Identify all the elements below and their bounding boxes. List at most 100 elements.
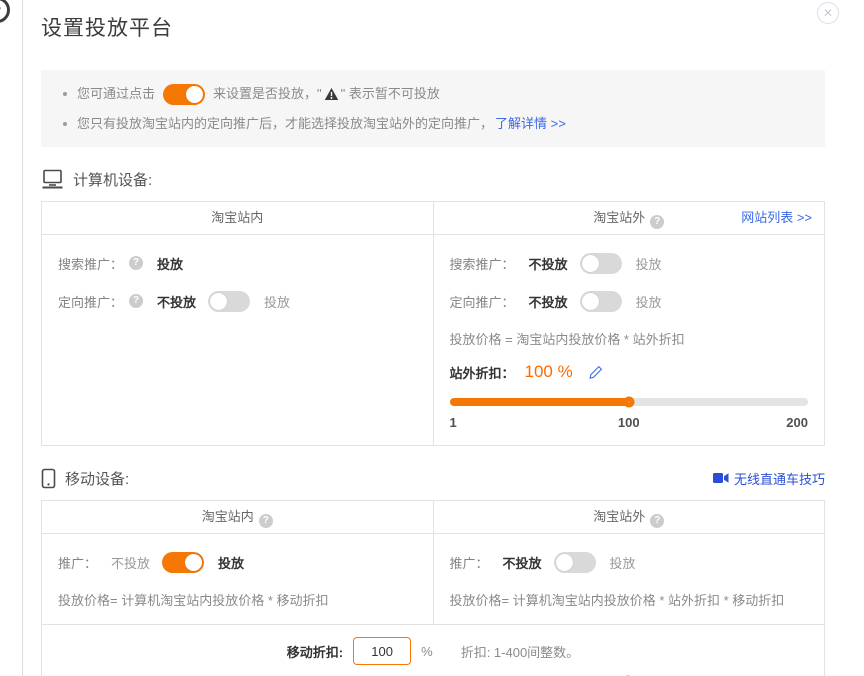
help-icon[interactable]: ? xyxy=(259,514,273,528)
onsite-target-toggle[interactable] xyxy=(208,291,250,312)
mobile-section-header: 移动设备: 无线直通车技巧 xyxy=(41,464,825,492)
offsite-price-formula: 投放价格 = 淘宝站内投放价格 * 站外折扣 xyxy=(450,331,809,349)
notice-line-2: 您只有投放淘宝站内的定向推广后，才能选择投放淘宝站外的定向推广， 了解详情 >> xyxy=(61,113,805,135)
notice-text: 来设置是否投放，" xyxy=(213,83,322,105)
notice-line-1: 您可通过点击 来设置是否投放，" " 表示暂不可投放 xyxy=(61,83,805,105)
delivery-platform-dialog: ? ✕ 设置投放平台 您可通过点击 来设置是否投放，" " 表示暂不可投放 xyxy=(0,0,864,676)
bullet-icon xyxy=(63,122,67,126)
learn-more-link[interactable]: 了解详情 >> xyxy=(495,113,566,135)
status-off-label: 不投放 xyxy=(503,553,542,572)
warning-triangle-icon xyxy=(324,87,339,101)
toggle-knob xyxy=(556,554,573,571)
mobile-offsite-toggle[interactable] xyxy=(554,552,596,573)
computer-section-label: 计算机设备: xyxy=(41,169,152,190)
edit-pencil-icon[interactable] xyxy=(589,365,603,379)
scale-min: 1 xyxy=(450,415,457,430)
status-off-label: 不投放 xyxy=(529,254,568,273)
row-label: 推广： xyxy=(450,553,489,572)
offsite-search-toggle[interactable] xyxy=(580,253,622,274)
modal-panel: 设置投放平台 您可通过点击 来设置是否投放，" " 表示暂不可投放 xyxy=(22,0,864,676)
smartphone-icon xyxy=(41,468,56,489)
offsite-search-row: 搜索推广： 不投放 投放 xyxy=(450,251,809,275)
offsite-target-row: 定向推广： 不投放 投放 xyxy=(450,289,809,313)
computer-onsite-cell: 搜索推广： ? 投放 定向推广： ? 不投放 投放 xyxy=(42,235,434,445)
mobile-discount-label: 移动折扣: xyxy=(287,642,343,661)
computer-onsite-header: 淘宝站内 xyxy=(42,202,434,234)
status-off-label: 不投放 xyxy=(157,292,196,311)
mobile-discount-input[interactable] xyxy=(353,637,411,665)
mobile-section-label: 移动设备: xyxy=(41,468,129,489)
mobile-section-text: 移动设备: xyxy=(65,468,129,489)
offsite-target-toggle[interactable] xyxy=(580,291,622,312)
status-on-label: 投放 xyxy=(636,254,662,273)
mobile-discount-section: 移动折扣: % 折扣: 1-400间整数。 1 200 40 xyxy=(42,624,824,676)
toggle-knob xyxy=(210,293,227,310)
toggle-knob xyxy=(582,293,599,310)
discount-hint: 折扣: 1-400间整数。 xyxy=(461,642,579,661)
mobile-offsite-promo-row: 推广： 不投放 投放 xyxy=(450,550,809,574)
computer-section-text: 计算机设备: xyxy=(73,169,152,190)
computer-table-body: 搜索推广： ? 投放 定向推广： ? 不投放 投放 xyxy=(42,235,824,445)
page-title: 设置投放平台 xyxy=(41,12,825,42)
status-off-label: 不投放 xyxy=(111,553,150,572)
status-value: 投放 xyxy=(157,254,183,273)
mobile-discount-row: 移动折扣: % 折扣: 1-400间整数。 xyxy=(42,637,824,665)
percent-unit: % xyxy=(421,644,433,659)
wireless-tips-link[interactable]: 无线直通车技巧 xyxy=(713,469,825,488)
discount-label: 站外折扣： xyxy=(450,363,515,382)
notice-text: 您只有投放淘宝站内的定向推广后，才能选择投放淘宝站外的定向推广， xyxy=(77,113,493,135)
discount-value: 100 % xyxy=(525,362,573,382)
bullet-icon xyxy=(63,92,67,96)
onsite-search-row: 搜索推广： ? 投放 xyxy=(58,251,417,275)
status-on-label: 投放 xyxy=(636,292,662,311)
row-label: 定向推广： xyxy=(450,292,515,311)
monitor-icon xyxy=(41,169,64,189)
slider-handle[interactable] xyxy=(623,397,634,408)
scale-mid: 100 xyxy=(618,415,640,430)
mobile-onsite-promo-row: 推广： 不投放 投放 xyxy=(58,550,417,574)
row-label: 推广： xyxy=(58,553,97,572)
mobile-table-head: 淘宝站内? 淘宝站外? xyxy=(42,501,824,534)
toggle-knob xyxy=(186,86,203,103)
mobile-offsite-formula: 投放价格= 计算机淘宝站内投放价格 * 站外折扣 * 移动折扣 xyxy=(450,592,809,610)
mobile-onsite-header: 淘宝站内? xyxy=(42,501,434,533)
computer-table: 淘宝站内 淘宝站外? 网站列表 >> 搜索推广： ? 投放 xyxy=(41,201,825,446)
computer-section-header: 计算机设备: xyxy=(41,165,825,193)
help-badge-icon: ? xyxy=(0,0,10,23)
toggle-knob xyxy=(185,554,202,571)
notice-text: " 表示暂不可投放 xyxy=(341,83,440,105)
notice-box: 您可通过点击 来设置是否投放，" " 表示暂不可投放 您只有投放淘宝站内的定向推… xyxy=(41,70,825,147)
offsite-discount-row: 站外折扣： 100 % xyxy=(450,362,809,382)
help-icon[interactable]: ? xyxy=(650,215,664,229)
mobile-onsite-toggle[interactable] xyxy=(162,552,204,573)
help-icon[interactable]: ? xyxy=(650,514,664,528)
mobile-offsite-header: 淘宝站外? xyxy=(434,501,825,533)
mobile-table-body: 推广： 不投放 投放 投放价格= 计算机淘宝站内投放价格 * 移动折扣 推广： … xyxy=(42,534,824,624)
onsite-target-row: 定向推广： ? 不投放 投放 xyxy=(58,289,417,313)
video-camera-icon xyxy=(713,472,729,484)
row-label: 定向推广： xyxy=(58,292,123,311)
sample-toggle[interactable] xyxy=(163,84,205,105)
help-icon[interactable]: ? xyxy=(129,256,143,270)
notice-text: 您可通过点击 xyxy=(77,83,155,105)
toggle-knob xyxy=(582,255,599,272)
status-off-label: 不投放 xyxy=(529,292,568,311)
help-icon[interactable]: ? xyxy=(129,294,143,308)
status-on-label: 投放 xyxy=(218,553,244,572)
website-list-link[interactable]: 网站列表 >> xyxy=(741,202,812,234)
scale-max: 200 xyxy=(786,415,808,430)
row-label: 搜索推广： xyxy=(450,254,515,273)
computer-table-head: 淘宝站内 淘宝站外? 网站列表 >> xyxy=(42,202,824,235)
mobile-onsite-cell: 推广： 不投放 投放 投放价格= 计算机淘宝站内投放价格 * 移动折扣 xyxy=(42,534,434,624)
slider-fill xyxy=(450,398,629,406)
offsite-discount-slider[interactable] xyxy=(450,398,809,406)
status-on-label: 投放 xyxy=(264,292,290,311)
status-on-label: 投放 xyxy=(610,553,636,572)
mobile-onsite-formula: 投放价格= 计算机淘宝站内投放价格 * 移动折扣 xyxy=(58,592,417,610)
computer-offsite-cell: 搜索推广： 不投放 投放 定向推广： 不投放 投放 投放价格 = 淘宝站内投放价… xyxy=(434,235,825,445)
computer-offsite-header: 淘宝站外? 网站列表 >> xyxy=(434,202,825,234)
offsite-slider-scale: 1 100 200 xyxy=(450,415,809,431)
row-label: 搜索推广： xyxy=(58,254,123,273)
mobile-offsite-cell: 推广： 不投放 投放 投放价格= 计算机淘宝站内投放价格 * 站外折扣 * 移动… xyxy=(434,534,825,624)
mobile-table: 淘宝站内? 淘宝站外? 推广： 不投放 投放 投放价格= 计 xyxy=(41,500,825,676)
